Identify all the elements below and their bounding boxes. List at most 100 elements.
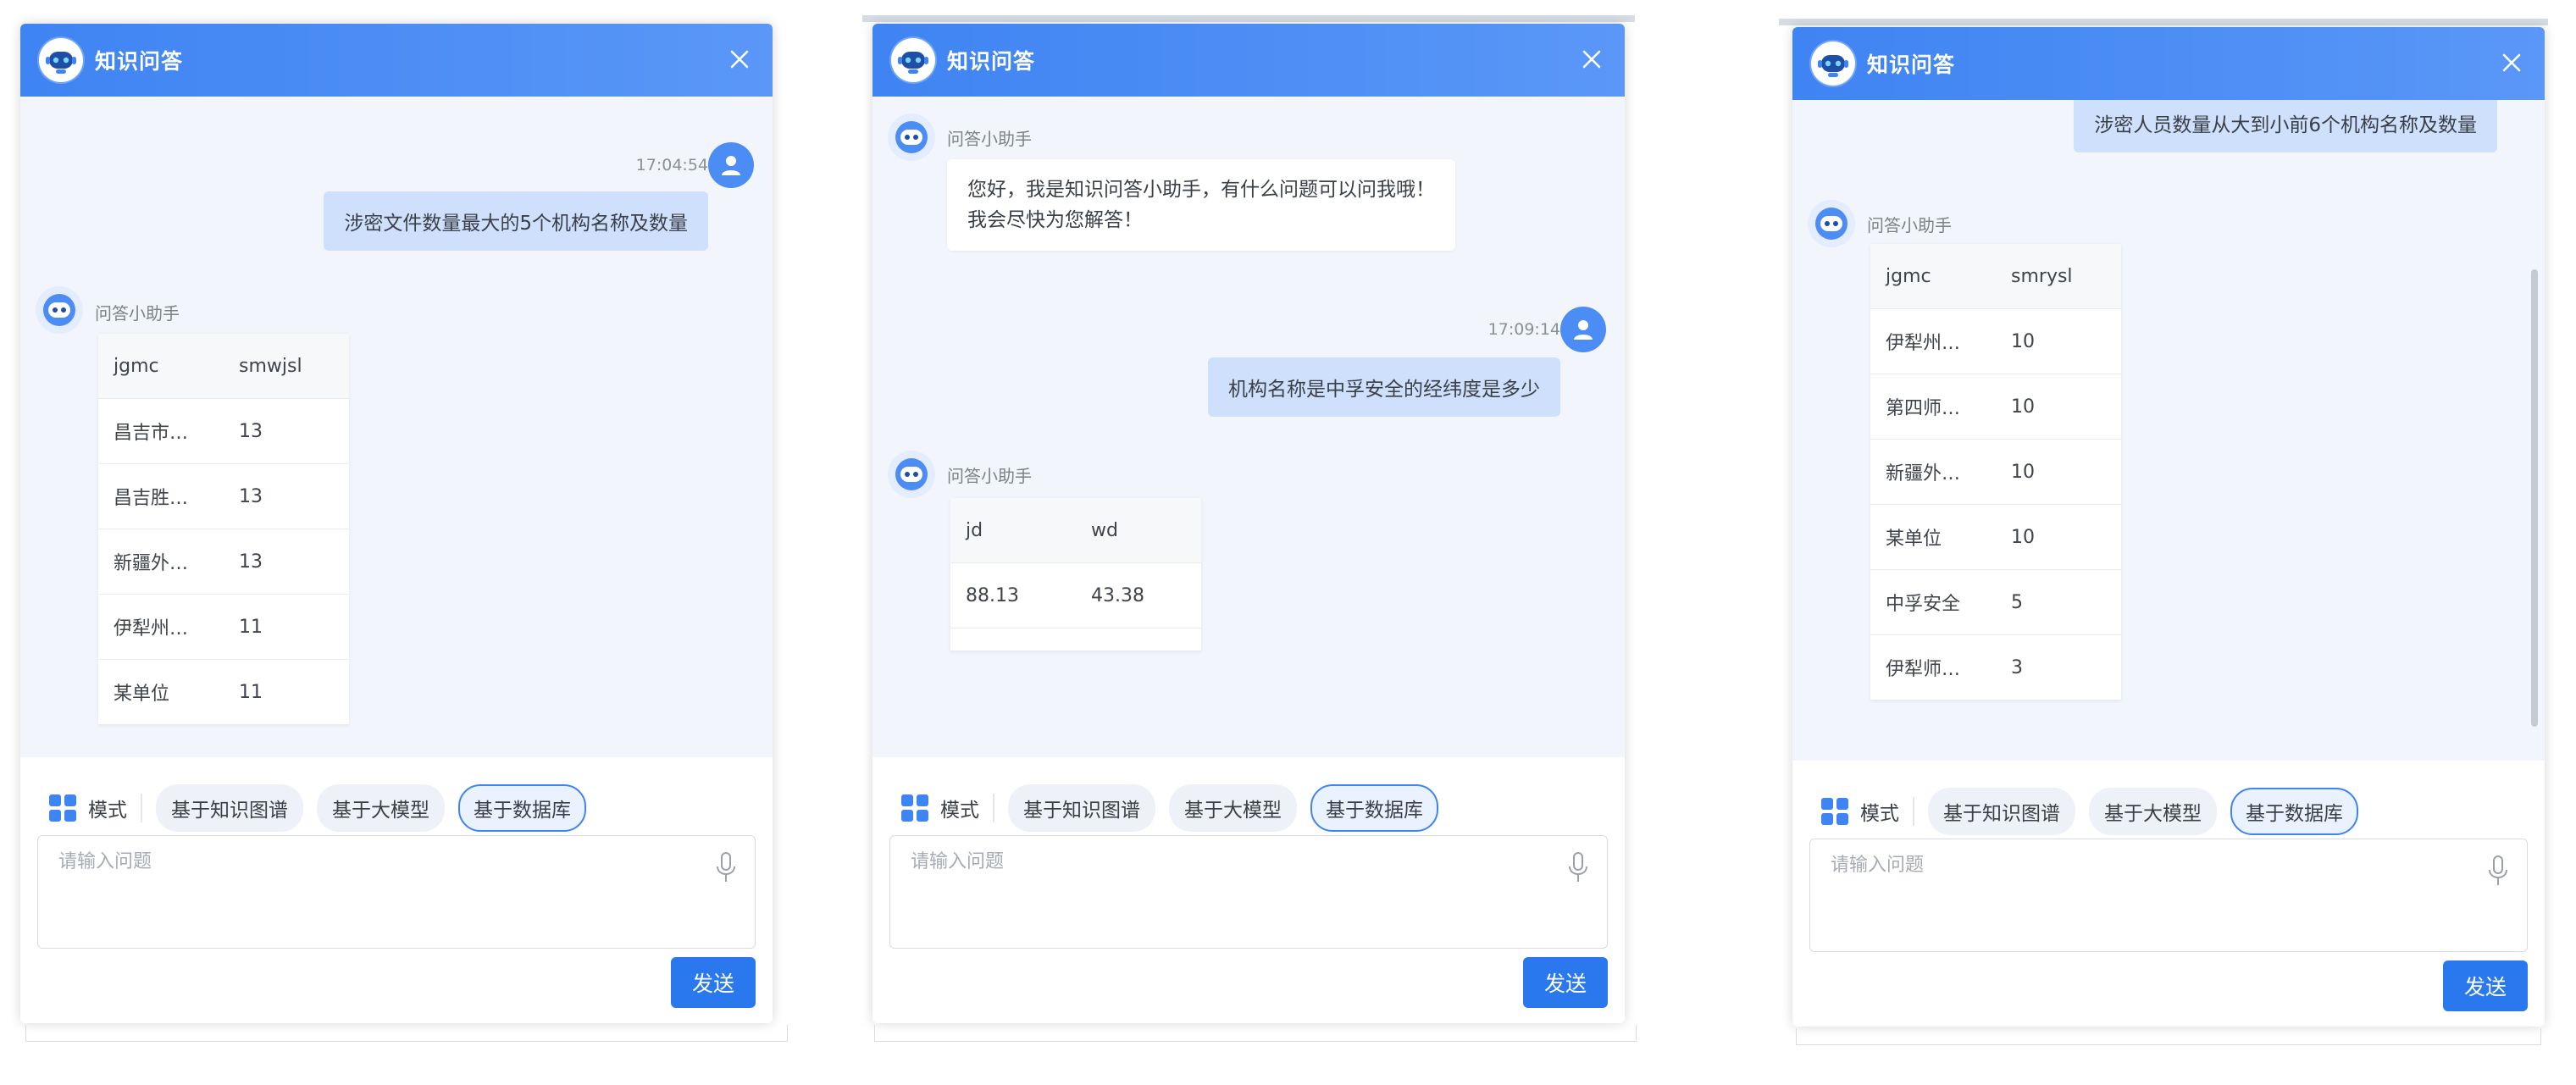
table-row: 新疆外… 13 <box>98 529 349 595</box>
table-cell: 伊犁州… <box>98 594 224 660</box>
table-row: 88.13 43.38 <box>950 562 1201 628</box>
message-time: 17:04:54 <box>635 156 708 174</box>
column-header: smrysl <box>1996 244 2121 309</box>
table-cell: 13 <box>224 529 349 595</box>
table-cell: 10 <box>1996 439 2121 505</box>
table-row: 昌吉胜… 13 <box>98 463 349 529</box>
table-cell: 88.13 <box>950 562 1076 628</box>
question-input[interactable]: 请输入问题 <box>1809 839 2528 952</box>
mode-chip-database[interactable]: 基于数据库 <box>458 784 586 832</box>
bot-greeting: 您好，我是知识问答小助手，有什么问题可以问我哦！ 我会尽快为您解答！ <box>947 159 1455 251</box>
column-header: jgmc <box>1870 244 1996 309</box>
table-cell: 伊犁师… <box>1870 634 1996 700</box>
close-icon[interactable] <box>722 42 757 77</box>
result-table: jgmc smwjsl 昌吉市… 13 昌吉胜… 13 新疆外… 13 伊犁州… 11 … <box>98 334 349 725</box>
table-cell: 11 <box>224 659 349 725</box>
header-title: 知识问答 <box>947 49 1036 74</box>
background-row <box>25 1025 788 1042</box>
table-header-row: jgmc smrysl <box>1870 244 2121 309</box>
greeting-line: 我会尽快为您解答！ <box>967 209 1143 231</box>
column-header: smwjsl <box>224 334 349 399</box>
mode-chip-knowledge-graph[interactable]: 基于知识图谱 <box>156 784 303 832</box>
table-cell <box>950 628 1076 651</box>
input-area: 模式 基于知识图谱 基于大模型 基于数据库 请输入问题 发送 <box>1792 761 2545 1027</box>
table-cell: 伊犁州… <box>1870 308 1996 374</box>
chat-area[interactable]: 17:04:54 涉密文件数量最大的5个机构名称及数量 问答小助手 jgmc s… <box>20 97 773 757</box>
mode-label: 模式 <box>88 800 127 822</box>
robot-logo-icon <box>891 38 935 82</box>
mode-chip-database[interactable]: 基于数据库 <box>2230 788 2358 835</box>
screenshot-stage: 知识问答 17:04:54 涉密文件数量最大的5个机构名称及数量 问答小助手 j… <box>0 0 2576 1085</box>
user-question: 涉密人员数量从大到小前6个机构名称及数量 <box>2074 100 2497 152</box>
table-row: 伊犁州… 11 <box>98 594 349 660</box>
bot-name: 问答小助手 <box>947 129 1032 149</box>
user-question: 涉密文件数量最大的5个机构名称及数量 <box>324 191 708 251</box>
table-cell: 昌吉市… <box>98 398 224 464</box>
robot-logo-icon <box>39 38 83 82</box>
table-cell: 某单位 <box>98 659 224 725</box>
mode-bar: 模式 基于知识图谱 基于大模型 基于数据库 <box>1821 788 2372 835</box>
microphone-icon[interactable] <box>1565 850 1591 884</box>
robot-avatar-icon <box>888 451 935 498</box>
divider <box>993 794 994 822</box>
table-cell: 11 <box>224 594 349 660</box>
grid-icon <box>901 794 928 822</box>
mode-label: 模式 <box>1860 803 1899 825</box>
question-input[interactable]: 请输入问题 <box>889 835 1608 949</box>
send-button[interactable]: 发送 <box>671 957 756 1008</box>
user-avatar-icon <box>1560 307 1606 352</box>
user-question: 机构名称是中孚安全的经纬度是多少 <box>1208 357 1560 417</box>
table-cell: 5 <box>1996 569 2121 635</box>
microphone-icon[interactable] <box>2485 854 2511 888</box>
table-cell: 43.38 <box>1076 562 1201 628</box>
header-title: 知识问答 <box>1867 53 1956 77</box>
divider <box>141 794 142 822</box>
mode-chip-large-model[interactable]: 基于大模型 <box>2089 788 2217 835</box>
background-row <box>1796 1028 2541 1045</box>
mode-label: 模式 <box>940 800 979 822</box>
column-header: wd <box>1076 498 1201 563</box>
table-row: 某单位 11 <box>98 659 349 725</box>
mode-bar: 模式 基于知识图谱 基于大模型 基于数据库 <box>901 784 1452 832</box>
table-row: 伊犁师… 3 <box>1870 634 2121 700</box>
grid-icon <box>1821 798 1848 825</box>
mode-chip-knowledge-graph[interactable]: 基于知识图谱 <box>1928 788 2075 835</box>
divider <box>1913 797 1914 826</box>
robot-avatar-icon <box>888 113 935 161</box>
table-row <box>950 628 1201 651</box>
close-icon[interactable] <box>1574 42 1609 77</box>
background-row <box>874 1025 1637 1042</box>
mode-chip-database[interactable]: 基于数据库 <box>1310 784 1438 832</box>
question-input[interactable]: 请输入问题 <box>37 835 756 949</box>
table-row: 第四师… 10 <box>1870 374 2121 440</box>
mode-chip-knowledge-graph[interactable]: 基于知识图谱 <box>1008 784 1155 832</box>
chat-area[interactable]: 问答小助手 您好，我是知识问答小助手，有什么问题可以问我哦！ 我会尽快为您解答！… <box>873 97 1625 757</box>
user-avatar-icon <box>708 142 754 188</box>
table-row: 某单位 10 <box>1870 504 2121 570</box>
table-cell: 3 <box>1996 634 2121 700</box>
column-header: jd <box>950 498 1076 563</box>
robot-avatar-icon <box>1808 200 1855 247</box>
send-button[interactable]: 发送 <box>2443 960 2528 1011</box>
background-strip <box>862 15 1635 22</box>
panel-header: 知识问答 <box>20 24 773 97</box>
result-table: jgmc smrysl 伊犁州… 10 第四师… 10 新疆外… 10 某单位 10 中… <box>1870 244 2121 700</box>
input-area: 模式 基于知识图谱 基于大模型 基于数据库 请输入问题 发送 <box>873 757 1625 1023</box>
result-table: jd wd 88.13 43.38 <box>950 498 1201 651</box>
table-cell: 10 <box>1996 504 2121 570</box>
chat-scrollbar[interactable] <box>2531 269 2538 727</box>
table-cell: 中孚安全 <box>1870 569 1996 635</box>
grid-icon <box>49 794 76 822</box>
send-button[interactable]: 发送 <box>1523 957 1608 1008</box>
mode-chip-large-model[interactable]: 基于大模型 <box>1169 784 1297 832</box>
chat-area[interactable]: 涉密人员数量从大到小前6个机构名称及数量 问答小助手 jgmc smrysl 伊… <box>1792 100 2545 761</box>
table-cell: 新疆外… <box>98 529 224 595</box>
header-title: 知识问答 <box>95 49 184 74</box>
mode-chip-large-model[interactable]: 基于大模型 <box>317 784 445 832</box>
close-icon[interactable] <box>2494 45 2529 80</box>
robot-avatar-icon <box>36 286 83 334</box>
microphone-icon[interactable] <box>713 850 739 884</box>
robot-logo-icon <box>1811 42 1855 86</box>
mode-bar: 模式 基于知识图谱 基于大模型 基于数据库 <box>49 784 600 832</box>
table-header-row: jd wd <box>950 498 1201 563</box>
